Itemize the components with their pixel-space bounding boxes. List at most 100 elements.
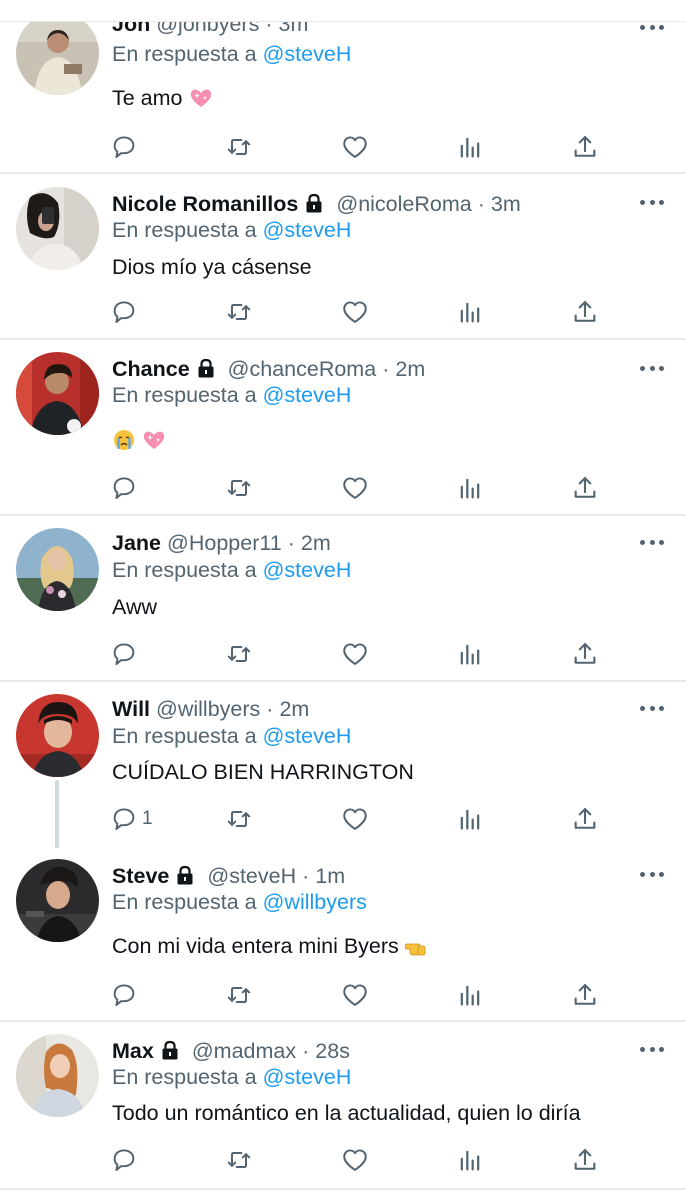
- share-button[interactable]: [571, 131, 599, 163]
- share-button[interactable]: [571, 979, 599, 1011]
- tweet[interactable]: Will @willbyers · 2m En respuesta a @steveH…: [0, 682, 686, 850]
- like-button[interactable]: [341, 472, 369, 504]
- reply-prefix: En respuesta a: [112, 218, 257, 242]
- bar-chart-icon: [460, 137, 480, 158]
- tweet-text: Con mi vida entera mini Byers: [112, 932, 429, 960]
- avatar[interactable]: [16, 187, 99, 270]
- timestamp[interactable]: 3m: [491, 192, 521, 216]
- views-button[interactable]: [456, 979, 484, 1011]
- more-options-icon[interactable]: [640, 537, 664, 547]
- reply-mention[interactable]: @steveH: [263, 724, 352, 748]
- heart-outline-icon: [343, 643, 367, 665]
- retweet-button[interactable]: [225, 1144, 253, 1176]
- reply-button[interactable]: [110, 131, 138, 163]
- more-options-icon[interactable]: [640, 197, 664, 207]
- more-options-icon[interactable]: [640, 1044, 664, 1054]
- tweet[interactable]: Jane @Hopper11 · 2m En respuesta a @steveH …: [0, 516, 686, 682]
- views-button[interactable]: [456, 131, 484, 163]
- retweet-button[interactable]: [225, 803, 253, 835]
- tweet-text: CUÍDALO BIEN HARRINGTON: [112, 758, 414, 786]
- reply-mention[interactable]: @steveH: [263, 558, 352, 582]
- timestamp[interactable]: 1m: [315, 864, 345, 888]
- reply-mention[interactable]: @steveH: [263, 218, 352, 242]
- views-button[interactable]: [456, 1144, 484, 1176]
- like-button[interactable]: [341, 979, 369, 1011]
- retweet-arrows-icon: [227, 139, 251, 155]
- user-handle[interactable]: @Hopper11: [167, 531, 282, 555]
- views-button[interactable]: [456, 638, 484, 670]
- display-name[interactable]: Chance: [112, 357, 190, 381]
- reply-mention[interactable]: @steveH: [263, 383, 352, 407]
- tweet[interactable]: Max @madmax · 28s En respuesta a @steveH To…: [0, 1022, 686, 1190]
- user-handle[interactable]: @nicoleRoma: [336, 192, 471, 216]
- display-name[interactable]: Nicole Romanillos: [112, 192, 298, 216]
- lock-icon: [159, 1039, 181, 1061]
- timestamp[interactable]: 2m: [301, 531, 331, 555]
- reply-mention[interactable]: @steveH: [263, 1065, 352, 1089]
- reply-mention[interactable]: @steveH: [263, 42, 352, 66]
- tweet-text-content: Te amo: [112, 86, 183, 110]
- views-button[interactable]: [456, 296, 484, 328]
- more-options-icon[interactable]: [640, 22, 664, 32]
- more-options-icon[interactable]: [640, 869, 664, 879]
- display-name[interactable]: Will: [112, 697, 150, 721]
- like-button[interactable]: [341, 1144, 369, 1176]
- views-button[interactable]: [456, 803, 484, 835]
- reply-mention[interactable]: @willbyers: [263, 890, 367, 914]
- avatar[interactable]: [16, 528, 99, 611]
- avatar[interactable]: [16, 12, 99, 95]
- retweet-arrows-icon: [227, 1152, 251, 1168]
- user-handle[interactable]: @madmax: [192, 1039, 296, 1063]
- display-name[interactable]: Max: [112, 1039, 154, 1063]
- avatar[interactable]: [16, 1034, 99, 1117]
- user-handle[interactable]: @willbyers: [156, 697, 260, 721]
- tweet[interactable]: Chance @chanceRoma · 2m En respuesta a @ste…: [0, 340, 686, 516]
- tweet-actions: 1: [0, 803, 686, 835]
- avatar[interactable]: [16, 859, 99, 942]
- retweet-button[interactable]: [225, 979, 253, 1011]
- avatar[interactable]: [16, 694, 99, 777]
- share-button[interactable]: [571, 296, 599, 328]
- reply-button[interactable]: [110, 472, 138, 504]
- reply-button[interactable]: 1: [110, 803, 153, 835]
- bar-chart-icon: [460, 478, 480, 499]
- timestamp[interactable]: 28s: [315, 1039, 350, 1063]
- reply-button[interactable]: [110, 979, 138, 1011]
- user-handle[interactable]: @steveH: [207, 864, 296, 888]
- user-handle[interactable]: @chanceRoma: [228, 357, 377, 381]
- tweet[interactable]: Jon @jonbyers · 3m En respuesta a @steveH T…: [0, 0, 686, 174]
- share-button[interactable]: [571, 1144, 599, 1176]
- tweet-header: Chance @chanceRoma · 2m: [112, 357, 426, 381]
- like-button[interactable]: [341, 638, 369, 670]
- retweet-button[interactable]: [225, 131, 253, 163]
- reply-button[interactable]: [110, 638, 138, 670]
- timestamp[interactable]: 2m: [279, 697, 309, 721]
- display-name[interactable]: Jane: [112, 531, 161, 555]
- tweet[interactable]: Nicole Romanillos @nicoleRoma · 3m En respu…: [0, 174, 686, 340]
- share-button[interactable]: [571, 638, 599, 670]
- timestamp[interactable]: 2m: [395, 357, 425, 381]
- retweet-button[interactable]: [225, 472, 253, 504]
- reply-button[interactable]: [110, 1144, 138, 1176]
- share-button[interactable]: [571, 803, 599, 835]
- more-options-icon[interactable]: [640, 703, 664, 713]
- tweet[interactable]: Steve @steveH · 1m En respuesta a @willbyer…: [0, 848, 686, 1022]
- retweet-button[interactable]: [225, 296, 253, 328]
- like-button[interactable]: [341, 803, 369, 835]
- display-name[interactable]: Steve: [112, 864, 169, 888]
- bar-chart-icon: [460, 644, 480, 665]
- tweet-header: Nicole Romanillos @nicoleRoma · 3m: [112, 192, 521, 216]
- like-button[interactable]: [341, 296, 369, 328]
- views-button[interactable]: [456, 472, 484, 504]
- bar-chart-icon: [460, 1150, 480, 1171]
- speech-bubble-icon: [113, 1149, 135, 1172]
- tweet-actions: [0, 472, 686, 504]
- share-button[interactable]: [571, 472, 599, 504]
- like-button[interactable]: [341, 131, 369, 163]
- retweet-arrows-icon: [227, 646, 251, 662]
- retweet-button[interactable]: [225, 638, 253, 670]
- reply-button[interactable]: [110, 296, 138, 328]
- more-options-icon[interactable]: [640, 363, 664, 373]
- tweet-text-content: Con mi vida entera mini Byers: [112, 934, 399, 958]
- avatar[interactable]: [16, 352, 99, 435]
